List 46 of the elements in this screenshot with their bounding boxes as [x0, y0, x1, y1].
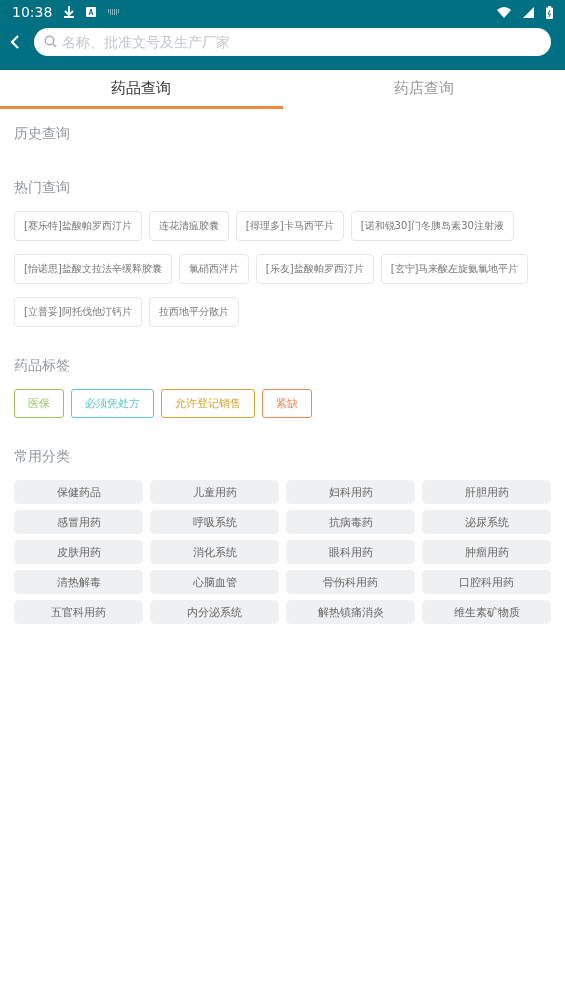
search-tag[interactable]: [怡诺思]盐酸文拉法辛缓释胶囊 [14, 254, 172, 284]
download-icon [64, 6, 75, 18]
section-title: 药品标签 [14, 357, 71, 375]
tab[interactable]: 药店查询 [282, 70, 565, 109]
search-tag[interactable]: [赛乐特]盐酸帕罗西汀片 [14, 211, 142, 241]
category-button[interactable]: 肿瘤用药 [422, 540, 551, 564]
battery-icon [546, 5, 553, 19]
category-button[interactable]: 呼吸系统 [150, 510, 279, 534]
category-button[interactable]: 妇科用药 [286, 480, 415, 504]
category-button[interactable]: 口腔科用药 [422, 570, 551, 594]
keyboard-letter-icon [86, 7, 97, 17]
signal-icon [523, 6, 534, 18]
search-tag[interactable]: 氯硝西泮片 [178, 254, 249, 284]
category-button[interactable]: 维生素矿物质 [422, 600, 551, 624]
category-button[interactable]: 清热解毒 [14, 570, 143, 594]
section-title: 历史查询 [14, 125, 71, 143]
search-tag[interactable]: [得理多]卡马西平片 [235, 211, 344, 241]
wifi-icon [497, 6, 511, 18]
section-title: 热门查询 [14, 179, 71, 197]
search-tag[interactable]: [玄宁]马来酸左旋氨氯地平片 [380, 254, 529, 284]
search-tag[interactable]: 拉西地平分散片 [148, 297, 239, 327]
back-icon[interactable] [10, 34, 20, 50]
search-tag[interactable]: [诺和锐30]门冬胰岛素30注射液 [350, 211, 514, 241]
category-button[interactable]: 肝胆用药 [422, 480, 551, 504]
category-button[interactable]: 儿童用药 [150, 480, 279, 504]
category-button[interactable]: 五官科用药 [14, 600, 143, 624]
category-button[interactable]: 泌尿系统 [422, 510, 551, 534]
category-button[interactable]: 皮肤用药 [14, 540, 143, 564]
status-time: 10:38 [12, 4, 53, 20]
category-button[interactable]: 心脑血管 [150, 570, 279, 594]
category-button[interactable]: 保健药品 [14, 480, 143, 504]
category-button[interactable]: 眼科用药 [286, 540, 415, 564]
category-button[interactable]: 骨伤科用药 [286, 570, 415, 594]
search-tag[interactable]: 连花清瘟胶囊 [148, 211, 229, 241]
search-tag[interactable]: [乐友]盐酸帕罗西汀片 [255, 254, 374, 284]
keyboard-icon [108, 9, 121, 15]
category-button[interactable]: 抗病毒药 [286, 510, 415, 534]
search-field[interactable]: 名称、批准文号及生产厂家 [34, 28, 551, 56]
section-title: 常用分类 [14, 448, 71, 466]
search-icon [44, 35, 57, 48]
category-button[interactable]: 消化系统 [150, 540, 279, 564]
search-tag[interactable]: [立普妥]阿托伐他汀钙片 [14, 297, 142, 327]
category-button[interactable]: 内分泌系统 [150, 600, 279, 624]
category-button[interactable]: 感冒用药 [14, 510, 143, 534]
category-button[interactable]: 解热镇痛消炎 [286, 600, 415, 624]
tab[interactable]: 药品查询 [0, 70, 283, 109]
